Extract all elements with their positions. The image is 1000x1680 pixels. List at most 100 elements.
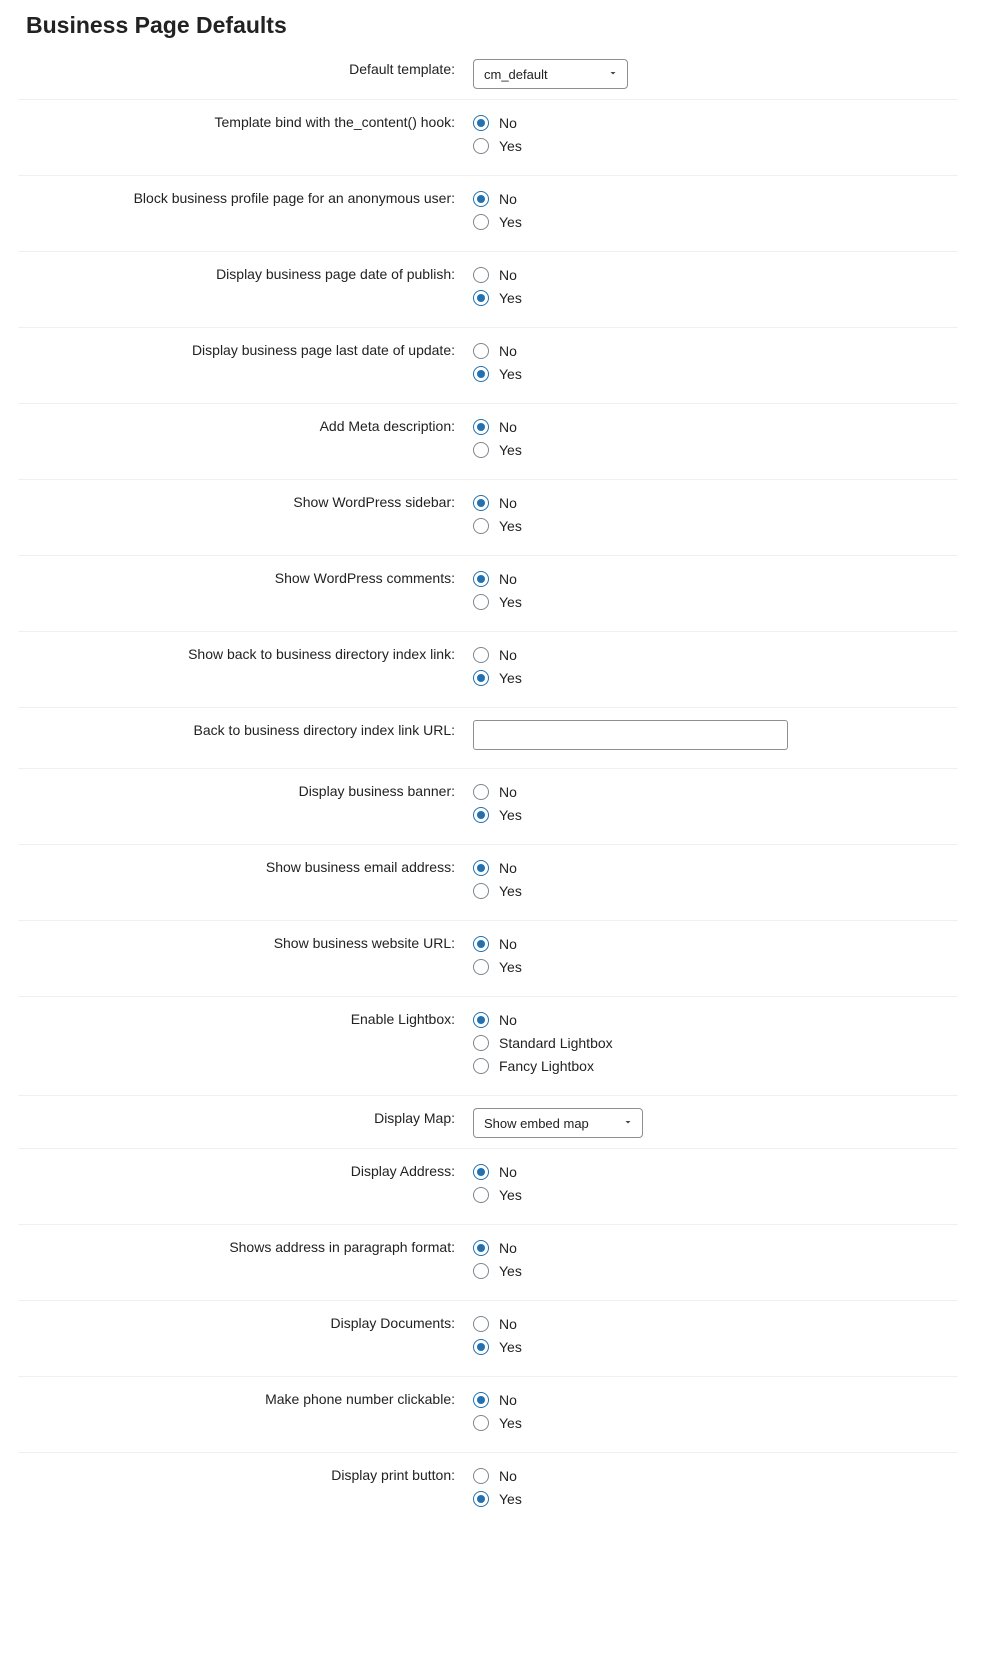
radio-button-icon (473, 959, 489, 975)
radio-label: Yes (499, 1339, 522, 1355)
radio-display-documents-yes[interactable]: Yes (473, 1336, 958, 1358)
radio-label: Yes (499, 366, 522, 382)
setting-label: Show back to business directory index li… (18, 632, 473, 708)
radio-label: Yes (499, 290, 522, 306)
radio-label: No (499, 647, 517, 663)
radio-show-wp-comments-no[interactable]: No (473, 568, 958, 590)
select-default-template[interactable]: cm_default (473, 59, 628, 89)
setting-row-display-map: Display Map: Show embed map (18, 1096, 958, 1149)
radio-label: Fancy Lightbox (499, 1058, 594, 1074)
radio-template-bind-no[interactable]: No (473, 112, 958, 134)
radio-display-banner-yes[interactable]: Yes (473, 804, 958, 826)
setting-label: Enable Lightbox: (18, 997, 473, 1096)
radio-button-icon (473, 883, 489, 899)
radio-label: No (499, 191, 517, 207)
radio-button-icon (473, 1491, 489, 1507)
radio-display-address-yes[interactable]: Yes (473, 1184, 958, 1206)
radio-phone-clickable-no[interactable]: No (473, 1389, 958, 1411)
radio-label: No (499, 267, 517, 283)
radio-label: Yes (499, 959, 522, 975)
setting-label: Make phone number clickable: (18, 1377, 473, 1453)
radio-block-anonymous-no[interactable]: No (473, 188, 958, 210)
radio-button-icon (473, 936, 489, 952)
setting-row-show-wp-sidebar: Show WordPress sidebar:NoYes (18, 480, 958, 556)
radio-show-email-yes[interactable]: Yes (473, 880, 958, 902)
radio-button-icon (473, 1058, 489, 1074)
setting-row-display-banner: Display business banner:NoYes (18, 769, 958, 845)
radio-label: Yes (499, 1187, 522, 1203)
radio-display-print-button-no[interactable]: No (473, 1465, 958, 1487)
radio-label: No (499, 1468, 517, 1484)
radio-add-meta-yes[interactable]: Yes (473, 439, 958, 461)
setting-row-last-date-update: Display business page last date of updat… (18, 328, 958, 404)
setting-row-address-paragraph: Shows address in paragraph format: No Yes (18, 1225, 958, 1301)
radio-show-email-no[interactable]: No (473, 857, 958, 879)
radio-last-date-update-yes[interactable]: Yes (473, 363, 958, 385)
radio-label: Yes (499, 1415, 522, 1431)
radio-display-address-no[interactable]: No (473, 1161, 958, 1183)
radio-last-date-update-no[interactable]: No (473, 340, 958, 362)
radio-enable-lightbox-1[interactable]: Standard Lightbox (473, 1032, 958, 1054)
radio-label: Yes (499, 442, 522, 458)
radio-template-bind-yes[interactable]: Yes (473, 135, 958, 157)
radio-button-icon (473, 1012, 489, 1028)
radio-date-of-publish-no[interactable]: No (473, 264, 958, 286)
radio-display-print-button-yes[interactable]: Yes (473, 1488, 958, 1510)
radio-block-anonymous-yes[interactable]: Yes (473, 211, 958, 233)
setting-row-block-anonymous: Block business profile page for an anony… (18, 176, 958, 252)
radio-button-icon (473, 1339, 489, 1355)
radio-button-icon (473, 1164, 489, 1180)
setting-label: Shows address in paragraph format: (18, 1225, 473, 1301)
radio-date-of-publish-yes[interactable]: Yes (473, 287, 958, 309)
select-value: Show embed map (484, 1116, 589, 1131)
radio-button-icon (473, 442, 489, 458)
radio-show-wp-sidebar-yes[interactable]: Yes (473, 515, 958, 537)
radio-display-banner-no[interactable]: No (473, 781, 958, 803)
setting-row-date-of-publish: Display business page date of publish:No… (18, 252, 958, 328)
radio-label: Standard Lightbox (499, 1035, 613, 1051)
radio-show-website-url-no[interactable]: No (473, 933, 958, 955)
setting-label: Display Map: (18, 1096, 473, 1149)
chevron-down-icon (622, 1116, 634, 1131)
radio-label: No (499, 1012, 517, 1028)
radio-show-wp-sidebar-no[interactable]: No (473, 492, 958, 514)
setting-row-display-print-button: Display print button: No Yes (18, 1453, 958, 1529)
setting-label: Show business email address: (18, 845, 473, 921)
radio-label: Yes (499, 594, 522, 610)
setting-label: Display Documents: (18, 1301, 473, 1377)
radio-label: No (499, 860, 517, 876)
radio-label: Yes (499, 670, 522, 686)
setting-label: Display print button: (18, 1453, 473, 1529)
radio-label: No (499, 1316, 517, 1332)
radio-label: No (499, 343, 517, 359)
select-display-map[interactable]: Show embed map (473, 1108, 643, 1138)
radio-address-paragraph-yes[interactable]: Yes (473, 1260, 958, 1282)
radio-label: Yes (499, 518, 522, 534)
radio-label: Yes (499, 883, 522, 899)
radio-show-back-link-yes[interactable]: Yes (473, 667, 958, 689)
radio-enable-lightbox-0[interactable]: No (473, 1009, 958, 1031)
radio-label: No (499, 936, 517, 952)
setting-row-show-back-link: Show back to business directory index li… (18, 632, 958, 708)
setting-row-display-documents: Display Documents: No Yes (18, 1301, 958, 1377)
radio-button-icon (473, 1187, 489, 1203)
radio-display-documents-no[interactable]: No (473, 1313, 958, 1335)
radio-enable-lightbox-2[interactable]: Fancy Lightbox (473, 1055, 958, 1077)
radio-label: Yes (499, 138, 522, 154)
setting-row-default-template: Default template:cm_default (18, 47, 958, 100)
radio-phone-clickable-yes[interactable]: Yes (473, 1412, 958, 1434)
radio-show-wp-comments-yes[interactable]: Yes (473, 591, 958, 613)
radio-button-icon (473, 1240, 489, 1256)
radio-button-icon (473, 647, 489, 663)
input-back-link-url[interactable] (473, 720, 788, 750)
radio-address-paragraph-no[interactable]: No (473, 1237, 958, 1259)
radio-label: No (499, 1240, 517, 1256)
radio-show-back-link-no[interactable]: No (473, 644, 958, 666)
radio-label: No (499, 1392, 517, 1408)
radio-button-icon (473, 860, 489, 876)
setting-row-show-website-url: Show business website URL:NoYes (18, 921, 958, 997)
radio-add-meta-no[interactable]: No (473, 416, 958, 438)
select-value: cm_default (484, 67, 548, 82)
radio-button-icon (473, 1316, 489, 1332)
radio-show-website-url-yes[interactable]: Yes (473, 956, 958, 978)
